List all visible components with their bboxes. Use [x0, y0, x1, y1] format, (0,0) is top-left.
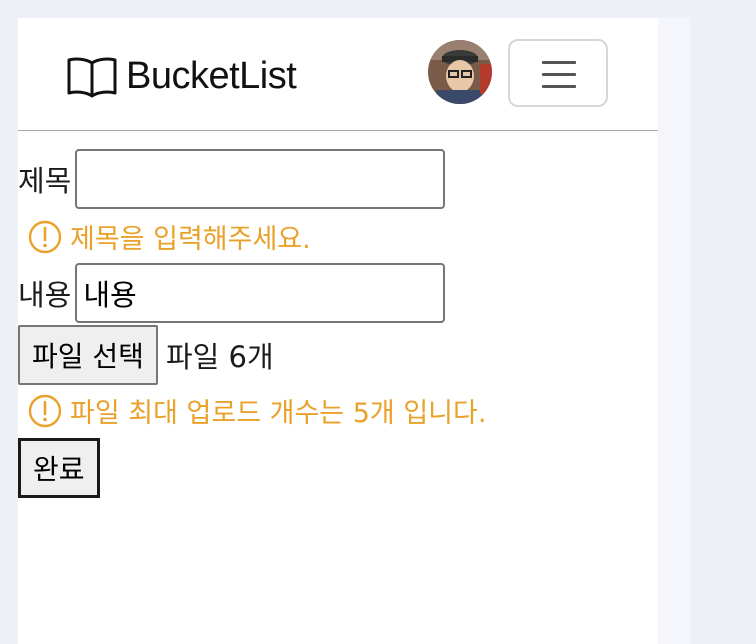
file-error: 파일 최대 업로드 개수는 5개 입니다.	[28, 391, 486, 430]
navbar-toggle-button[interactable]	[508, 39, 608, 107]
avatar-image	[428, 40, 492, 104]
brand-title: BucketList	[126, 54, 297, 97]
hamburger-icon-line-1	[542, 61, 576, 64]
submit-button[interactable]: 완료	[18, 438, 100, 498]
file-error-text: 파일 최대 업로드 개수는 5개 입니다.	[70, 398, 487, 429]
file-select-button[interactable]: 파일 선택	[18, 325, 158, 385]
exclamation-circle-icon	[28, 220, 62, 253]
content-input[interactable]	[75, 263, 446, 323]
file-count-text: 파일 6개	[165, 340, 274, 374]
title-input[interactable]	[75, 149, 446, 209]
title-error-text: 제목을 입력해주세요.	[70, 224, 311, 255]
content-row: 내용	[18, 263, 446, 323]
hamburger-icon-line-3	[542, 85, 576, 88]
navbar: BucketList	[18, 18, 658, 131]
hamburger-icon-line-2	[542, 73, 576, 76]
content-label: 내용	[18, 278, 72, 312]
right-background-strip	[658, 18, 690, 644]
user-avatar[interactable]	[428, 40, 492, 104]
book-icon	[67, 57, 117, 98]
title-label: 제목	[18, 164, 72, 198]
title-row: 제목	[18, 149, 446, 209]
app-panel: BucketList 제목 제목을 입력해주세요. 내용 내용 파일 선택 파일…	[18, 18, 658, 644]
exclamation-circle-icon	[28, 394, 62, 427]
file-row: 파일 선택 파일 6개	[18, 325, 274, 385]
brand-link[interactable]: BucketList	[66, 54, 297, 98]
title-error: 제목을 입력해주세요.	[28, 217, 311, 256]
